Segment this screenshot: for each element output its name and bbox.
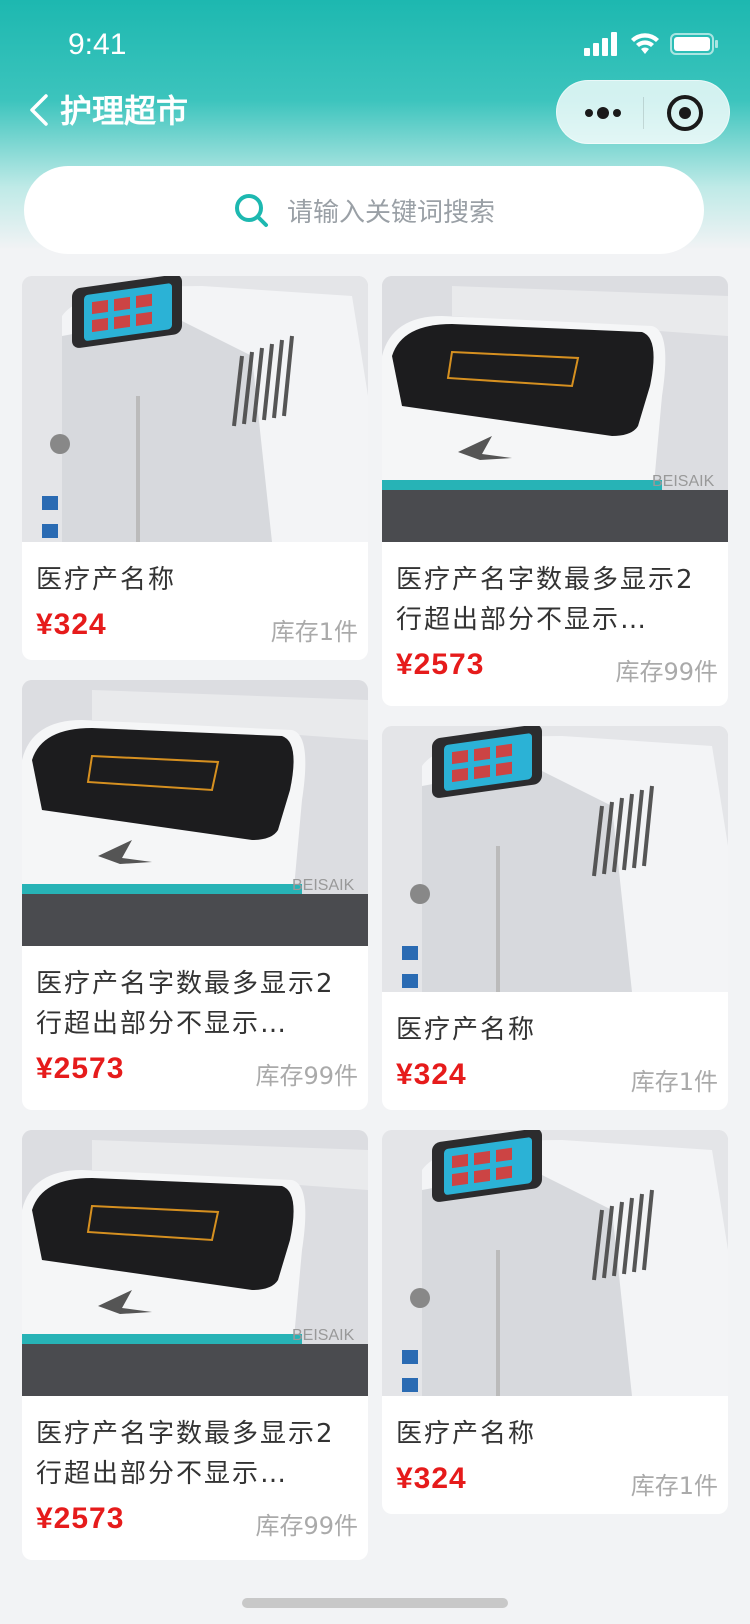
- nav-bar: 护理超市: [0, 78, 750, 144]
- product-stock: 库存99件: [255, 1062, 358, 1090]
- status-icons: [584, 32, 720, 56]
- status-bar: 9:41: [0, 0, 750, 88]
- page-title: 护理超市: [60, 92, 189, 130]
- capsule-divider: [643, 97, 644, 129]
- product-price: ¥2573: [36, 1502, 125, 1535]
- search-icon: [234, 194, 268, 227]
- product-stock: 库存99件: [615, 658, 718, 686]
- product-stock: 库存1件: [270, 618, 358, 646]
- back-arrow-icon[interactable]: [20, 88, 60, 132]
- product-image: [22, 276, 368, 542]
- brand-logo-text: BEISAIK: [652, 473, 715, 490]
- product-price: ¥324: [396, 1462, 467, 1495]
- product-card[interactable]: 医疗产名称 ¥324 库存1件: [382, 726, 728, 1110]
- brand-logo-text: BEISAIK: [292, 1327, 355, 1344]
- search-bar[interactable]: 请输入关键词搜索: [24, 166, 704, 254]
- product-price: ¥324: [36, 608, 107, 641]
- home-indicator[interactable]: [242, 1598, 508, 1608]
- product-image: [382, 1130, 728, 1396]
- product-card[interactable]: BEISAIK 医疗产名字数最多显示2行超出部分不显示… ¥2573 库存99件: [22, 1130, 368, 1560]
- product-image: BEISAIK: [22, 1130, 368, 1396]
- product-name: 医疗产名字数最多显示2行超出部分不显示…: [36, 1419, 335, 1489]
- signal-icon: [584, 32, 617, 56]
- product-name: 医疗产名称: [36, 565, 177, 595]
- battery-icon: [670, 33, 718, 55]
- product-card[interactable]: BEISAIK 医疗产名字数最多显示2行超出部分不显示… ¥2573 库存99件: [382, 276, 728, 706]
- product-stock: 库存1件: [630, 1068, 718, 1096]
- product-name: 医疗产名称: [396, 1419, 537, 1449]
- product-card[interactable]: 医疗产名称 ¥324 库存1件: [382, 1130, 728, 1514]
- product-price: ¥2573: [36, 1052, 125, 1085]
- product-image: [382, 726, 728, 992]
- product-image: BEISAIK: [22, 680, 368, 946]
- product-image: BEISAIK: [382, 276, 728, 542]
- brand-logo-text: BEISAIK: [292, 877, 355, 894]
- product-stock: 库存99件: [255, 1512, 358, 1540]
- search-placeholder: 请输入关键词搜索: [286, 197, 495, 228]
- product-card[interactable]: BEISAIK 医疗产名字数最多显示2行超出部分不显示… ¥2573 库存99件: [22, 680, 368, 1110]
- product-card[interactable]: 医疗产名称 ¥324 库存1件: [22, 276, 368, 660]
- close-circle-icon[interactable]: [665, 93, 705, 133]
- product-stock: 库存1件: [630, 1472, 718, 1500]
- status-time: 9:41: [68, 28, 127, 61]
- wifi-icon: [631, 33, 659, 54]
- product-name: 医疗产名称: [396, 1015, 537, 1045]
- product-price: ¥2573: [396, 648, 485, 681]
- mini-program-capsule: [556, 80, 730, 144]
- more-icon[interactable]: [581, 99, 625, 127]
- product-name: 医疗产名字数最多显示2行超出部分不显示…: [396, 565, 695, 635]
- product-price: ¥324: [396, 1058, 467, 1091]
- product-name: 医疗产名字数最多显示2行超出部分不显示…: [36, 969, 335, 1039]
